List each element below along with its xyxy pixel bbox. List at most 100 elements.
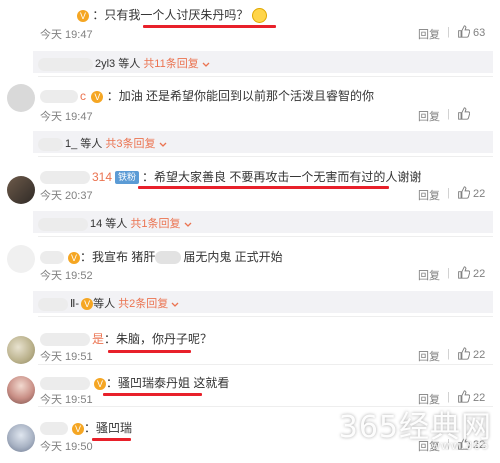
chevron-down-icon [184,222,192,227]
blurred-name [38,217,88,231]
more-replies-2[interactable]: 1_ 等人 共3条回复 [33,131,493,153]
red-underline [143,25,276,28]
comment-1-like-button[interactable]: 63 [457,25,485,39]
divider [38,316,493,317]
thumbs-up-icon [458,25,471,38]
avatar [7,336,35,364]
more-replies-text: 等人 [102,218,131,230]
divider [38,364,493,365]
vip-badge-icon: V [77,9,89,22]
blurred-name [38,297,68,311]
like-count: 63 [473,27,486,39]
comment-4-content: V ：我宣布 猪肝 届无内鬼 正式开始 [40,248,283,265]
commenter-name[interactable]: 是 [92,332,104,346]
blurred-text [155,251,182,265]
blurred-name [40,251,64,265]
thumbs-up-icon [458,266,471,279]
comment-6-text: ：骚凹瑞泰丹姐 这就看 [106,376,230,390]
more-replies-name: Ⅱ- [70,298,80,310]
comment-4-reply-button[interactable]: 回复 [418,267,440,283]
vip-badge-icon: V [81,298,94,311]
divider [38,156,493,157]
thumbs-up-icon [458,347,471,360]
vip-badge-icon: V [68,251,80,264]
separator: | [447,187,450,199]
comment-3-time: 今天 20:37 [40,190,93,202]
comment-4-text-start: ：我宣布 猪肝 [80,250,156,264]
more-replies-text: 等人 [93,298,119,310]
comment-7-content: V ：骚凹瑞 [40,419,132,436]
comment-2-reply-button[interactable]: 回复 [418,108,440,124]
comment-1-content: V ：只有我一个人讨厌朱丹吗？ [75,6,267,24]
red-underline [103,393,202,396]
comment-1-time: 今天 19:47 [40,29,93,41]
blurred-name [40,333,90,347]
watermark-url: www.365 [431,440,490,452]
comment-6-content: V ：骚凹瑞泰丹姐 这就看 [40,374,229,391]
vip-badge-icon: V [91,90,104,103]
comment-4-time: 今天 19:52 [40,270,93,282]
comment-7-time: 今天 19:50 [40,441,93,453]
avatar [7,245,35,273]
blurred-name [40,171,90,185]
comment-4-text-end: 届无内鬼 正式开始 [183,250,283,264]
comment-3-text: ：希望大家善良 不要再攻击一个无害而有过的人谢谢 [142,170,422,184]
more-replies-3[interactable]: 14 等人 共1条回复 [33,211,493,233]
separator: | [447,348,450,360]
blurred-name [40,377,90,391]
divider [38,236,493,237]
more-replies-name: 1_ [65,138,78,150]
comment-3-content: 314 铁粉 ：希望大家善良 不要再攻击一个无害而有过的人谢谢 [40,168,421,185]
comment-2-content: c V ：加油 还是希望你能回到以前那个活泼且睿智的你 [40,87,374,104]
fan-badge: 铁粉 [115,171,140,185]
comment-1-reply-button[interactable]: 回复 [418,26,440,42]
thumbs-up-icon [458,107,471,120]
blurred-name [38,137,63,151]
avatar [7,84,35,112]
avatar [7,176,35,204]
vip-badge-icon: V [94,377,106,390]
more-replies-link[interactable]: 共3条回复 [105,138,155,150]
red-underline [138,186,389,189]
comment-2-time: 今天 19:47 [40,111,93,123]
more-replies-text: 等人 [115,58,144,70]
comment-5-reply-button[interactable]: 回复 [418,348,440,364]
red-underline [92,438,131,441]
more-replies-link[interactable]: 共11条回复 [143,58,198,70]
comment-3-reply-button[interactable]: 回复 [418,187,440,203]
commenter-name[interactable]: c [80,89,86,103]
red-underline [108,350,191,353]
smile-emoji-icon [251,8,267,24]
chevron-down-icon [171,302,179,307]
more-replies-1[interactable]: 2yl3 等人 共11条回复 [33,51,493,73]
comment-1-text: ：只有我一个人讨厌朱丹吗？ [92,8,249,22]
blurred-name [38,57,93,71]
avatar [7,376,35,404]
more-replies-name: 14 [90,218,103,230]
avatar [7,424,35,452]
vip-badge-icon: V [72,422,84,435]
separator: | [447,267,450,279]
like-count: 22 [473,349,486,361]
comment-2-like-button[interactable] [457,107,473,121]
comment-3-like-button[interactable]: 22 [457,186,485,200]
comment-5-time: 今天 19:51 [40,351,93,363]
more-replies-link[interactable]: 共2条回复 [118,298,168,310]
like-count: 22 [473,188,486,200]
comment-2-text: ：加油 还是希望你能回到以前那个活泼且睿智的你 [106,89,375,103]
blurred-name [40,422,68,436]
blurred-name [40,90,78,104]
more-replies-4[interactable]: Ⅱ- V 等人 共2条回复 [33,291,493,313]
more-replies-link[interactable]: 共1条回复 [130,218,180,230]
chevron-down-icon [202,62,210,67]
comment-5-like-button[interactable]: 22 [457,347,485,361]
commenter-name[interactable]: 314 [92,170,112,184]
comment-4-like-button[interactable]: 22 [457,266,485,280]
comment-5-content: 是：朱脑，你丹子呢？ [40,330,212,347]
comment-5-text: ：朱脑，你丹子呢？ [104,332,213,346]
separator: | [447,26,450,38]
thumbs-up-icon [458,186,471,199]
divider [38,76,493,77]
more-replies-name: 2yl3 [95,58,116,70]
comment-6-time: 今天 19:51 [40,394,93,406]
